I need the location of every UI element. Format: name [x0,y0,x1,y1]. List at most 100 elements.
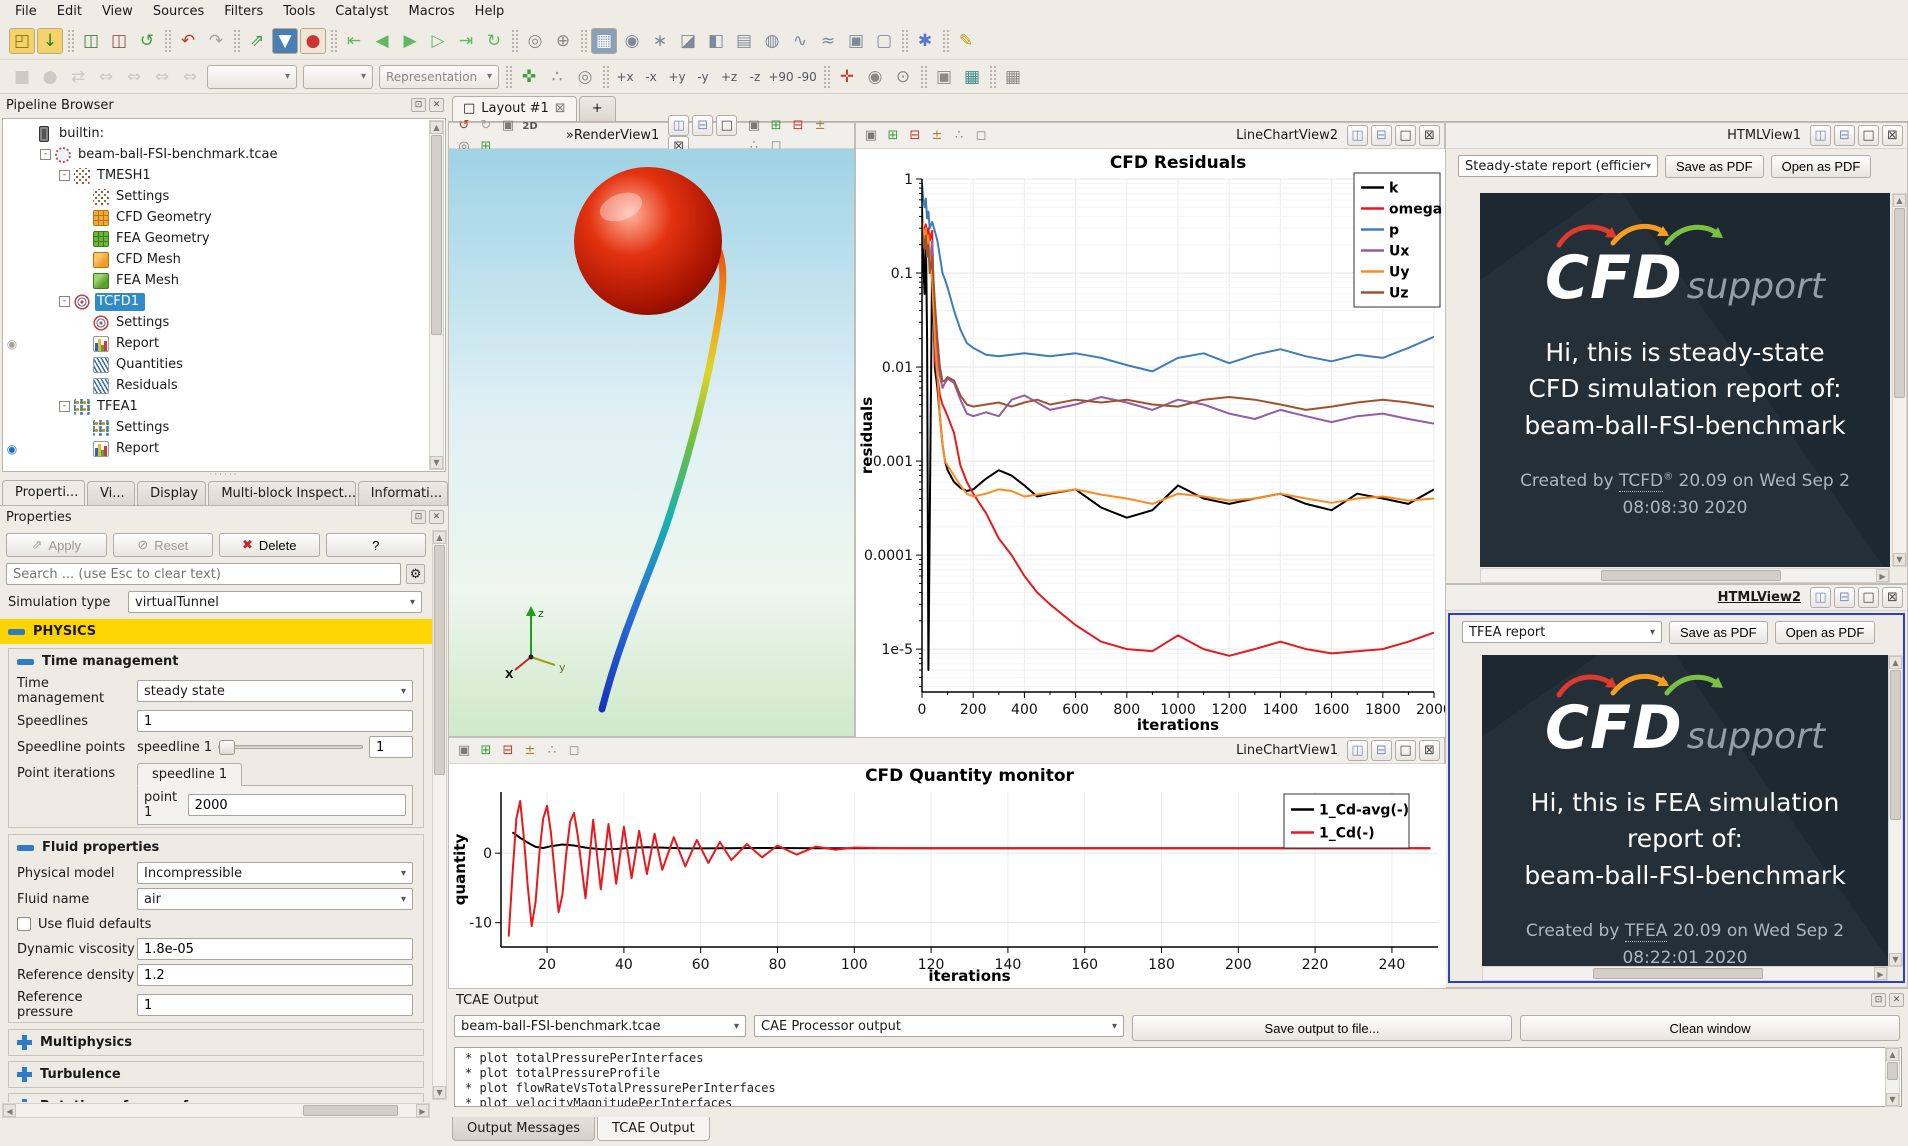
menu-filters[interactable]: Filters [215,2,272,21]
set-view-minus-y-button[interactable]: -y [691,66,715,88]
pipeline-item-settings[interactable]: Settings [3,186,445,207]
render-view-canvas[interactable]: z X y [449,149,854,736]
pipeline-item-beam-ball-fsi-benchmark-tcae[interactable]: -beam-ball-FSI-benchmark.tcae [3,144,445,165]
contour-filter-button[interactable]: ◍ [759,28,785,54]
fluid-name-combo[interactable]: air▾ [137,888,413,910]
close-view-button[interactable]: ⊠ [1882,587,1903,608]
dynamic-viscosity-input[interactable] [137,938,413,960]
history-button[interactable]: ↺ [134,28,160,54]
panel-splitter[interactable]: ······ [0,472,448,480]
auto-apply-button[interactable]: ⇗ [244,28,270,54]
component-select-combo[interactable]: ▾ [303,65,373,89]
time-management-group-header[interactable]: Time management [9,649,423,674]
close-view-button[interactable]: ⊠ [1419,125,1440,146]
zoom-plus-button[interactable]: ⊕ [550,28,576,54]
output-log[interactable]: * plot totalPressurePerInterfaces* plot … [454,1047,1902,1107]
menu-file[interactable]: File [6,2,46,21]
pipeline-item-fea-geometry[interactable]: FEA Geometry [3,228,445,249]
rescale-temporal-button[interactable]: ⇔ [121,64,147,90]
html1-hscrollbar[interactable]: ▶ [1480,568,1890,583]
split-horizontal-button[interactable]: ◫ [1347,125,1368,146]
search-options-gear-icon[interactable]: ⚙ [406,564,425,584]
search-input[interactable] [6,563,401,585]
reset-center-button[interactable]: ⊙ [890,64,916,90]
tab-multi-block-inspect-[interactable]: Multi-block Inspect... [208,481,355,505]
clip-filter-button[interactable]: ◪ [675,28,701,54]
rotate-minus-90-button[interactable]: -90 [795,66,819,88]
redo-camera-icon[interactable]: ↻ [476,115,496,135]
capture-screenshot-icon[interactable]: ▣ [454,741,474,761]
use-fluid-defaults-checkbox[interactable] [17,917,31,931]
array-select-combo[interactable]: ▾ [207,65,297,89]
residuals-chart[interactable]: 020040060080010001200140016001800200010.… [856,149,1446,738]
rescale-visible-button[interactable]: ⇔ [149,64,175,90]
close-panel-icon[interactable]: ✕ [429,98,444,112]
pipeline-item-tcfd1[interactable]: -TCFD1 [3,291,445,312]
html2-hscrollbar[interactable]: ▶ [1482,966,1888,981]
expander-icon[interactable]: - [59,401,70,412]
favorites-button[interactable]: ✱ [912,28,938,54]
glyph-filter-button[interactable]: ∗ [647,28,673,54]
undo-button[interactable]: ↶ [175,28,201,54]
menu-view[interactable]: View [93,2,142,21]
apply-button[interactable]: ⇗Apply [6,533,107,557]
maximize-view-button[interactable]: □ [1395,740,1416,761]
close-layout-icon[interactable]: ⊠ [555,101,566,116]
loop-button[interactable]: ↻ [481,28,507,54]
menu-help[interactable]: Help [466,2,514,21]
adjust-series-icon[interactable]: ± [927,126,947,146]
adjust-series-icon[interactable]: ± [520,741,540,761]
clean-window-button[interactable]: Clean window [1520,1015,1900,1041]
fea-report-content[interactable]: CFDsupport Hi, this is FEA simulationrep… [1482,655,1888,967]
speedline-points-value[interactable] [369,736,413,758]
split-vertical-button[interactable]: ⊟ [1834,587,1855,608]
camera-widget-button[interactable]: ▣ [931,64,957,90]
tab-output-messages[interactable]: Output Messages [452,1117,595,1141]
split-horizontal-button[interactable]: ◫ [668,115,689,136]
pipeline-item-tfea1[interactable]: -TFEA1 [3,396,445,417]
close-view-button[interactable]: ⊠ [1882,125,1903,146]
output-log-scrollbar[interactable]: ▲ ▼ [1885,1047,1900,1107]
pipeline-item-fea-mesh[interactable]: FEA Mesh [3,270,445,291]
previous-frame-button[interactable]: ◀ [369,28,395,54]
add-series-icon[interactable]: ⊞ [476,741,496,761]
properties-hscrollbar[interactable]: ◀ ▶ [2,1103,430,1118]
menu-tools[interactable]: Tools [274,2,324,21]
split-vertical-button[interactable]: ⊟ [1371,740,1392,761]
visibility-eye-icon[interactable]: ◉ [3,337,21,351]
output-stream-combo[interactable]: CAE Processor output▾ [754,1015,1124,1037]
tab-tcae-output[interactable]: TCAE Output [597,1117,710,1141]
point-iterations-input[interactable] [188,794,406,816]
rescale-range-button[interactable]: ⇄ [65,64,91,90]
float-panel-icon[interactable]: ⊡ [1871,993,1886,1007]
tab-properti-[interactable]: Properti... [2,480,85,505]
last-frame-button[interactable]: ⇥ [453,28,479,54]
scatter-select-icon[interactable]: ∴ [542,741,562,761]
edit-color-map-button[interactable]: ▼ [272,28,298,54]
cfd-report-content[interactable]: CFDsupport Hi, this is steady-stateCFD s… [1480,193,1890,567]
quantity-chart[interactable]: 204060801001201401601802002202400-10CFD … [449,764,1446,989]
reset-button[interactable]: ⊘Reset [113,533,214,557]
rescale-data-button[interactable]: ⇔ [177,64,203,90]
turbulence-section[interactable]: Turbulence [8,1061,424,1088]
speedline-tab[interactable]: speedline 1 [137,763,242,786]
remove-series-icon[interactable]: ⊟ [498,741,518,761]
pipeline-item-residuals[interactable]: Residuals [3,375,445,396]
zoom-to-box-button[interactable]: ◎ [572,64,598,90]
menu-sources[interactable]: Sources [144,2,213,21]
menu-edit[interactable]: Edit [48,2,91,21]
rescale-custom-button[interactable]: ⇔ [93,64,119,90]
expander-icon[interactable]: - [59,170,70,181]
pipeline-item-quantities[interactable]: Quantities [3,354,445,375]
save-state-button[interactable]: ↓ [37,28,63,54]
surface-rep-button[interactable]: ■ [9,64,35,90]
rotation-frames-section[interactable]: Rotation reference frames [8,1093,424,1102]
probe-filter-button[interactable]: ◉ [619,28,645,54]
extract-block-button[interactable]: ▢ [871,28,897,54]
scatter-select-icon[interactable]: ∴ [949,126,969,146]
slice-filter-button[interactable]: ◧ [703,28,729,54]
visibility-eye-icon[interactable]: ◉ [3,442,21,456]
pipeline-item-builtin-[interactable]: builtin: [3,123,445,144]
tab-informati-[interactable]: Informati... [358,481,448,505]
scroll-down-icon[interactable]: ▼ [430,456,443,469]
